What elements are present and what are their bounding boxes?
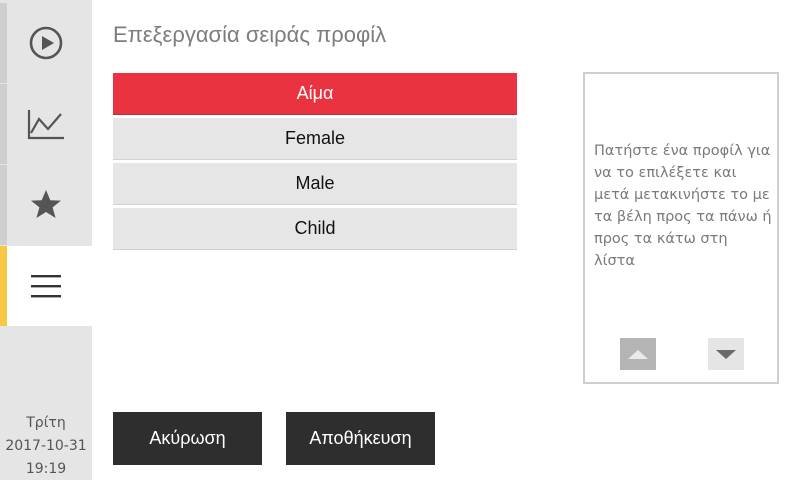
profile-item-blood[interactable]: Αίμα — [113, 73, 517, 115]
star-icon — [29, 188, 63, 222]
sidebar: Τρίτη 2017-10-31 19:19 — [0, 0, 92, 480]
play-icon — [29, 26, 63, 60]
arrow-up-icon — [628, 349, 648, 359]
sidebar-item-menu[interactable] — [0, 246, 92, 326]
profile-item-male[interactable]: Male — [113, 163, 517, 205]
menu-icon — [31, 273, 61, 299]
save-button[interactable]: Αποθήκευση — [286, 412, 435, 465]
sidebar-item-favorites[interactable] — [0, 165, 92, 245]
move-up-button[interactable] — [620, 338, 656, 370]
cancel-button[interactable]: Ακύρωση — [113, 412, 262, 465]
profile-item-female[interactable]: Female — [113, 118, 517, 160]
help-text: Πατήστε ένα προφίλ για να το επιλέξετε κ… — [594, 143, 772, 269]
sidebar-item-play[interactable] — [0, 3, 92, 83]
page-title: Επεξεργασία σειράς προφίλ — [113, 22, 387, 47]
chart-line-icon — [26, 107, 66, 141]
sidebar-item-chart[interactable] — [0, 84, 92, 164]
time-label: 19:19 — [25, 461, 67, 477]
move-down-button[interactable] — [708, 338, 744, 370]
day-label: Τρίτη — [26, 415, 66, 431]
profile-list: Αίμα Female Male Child — [113, 73, 517, 253]
date-label: 2017-10-31 — [5, 438, 87, 454]
arrow-down-icon — [716, 349, 736, 359]
datetime-display: Τρίτη 2017-10-31 19:19 — [0, 412, 92, 481]
profile-item-child[interactable]: Child — [113, 208, 517, 250]
help-panel: Πατήστε ένα προφίλ για να το επιλέξετε κ… — [583, 72, 779, 384]
